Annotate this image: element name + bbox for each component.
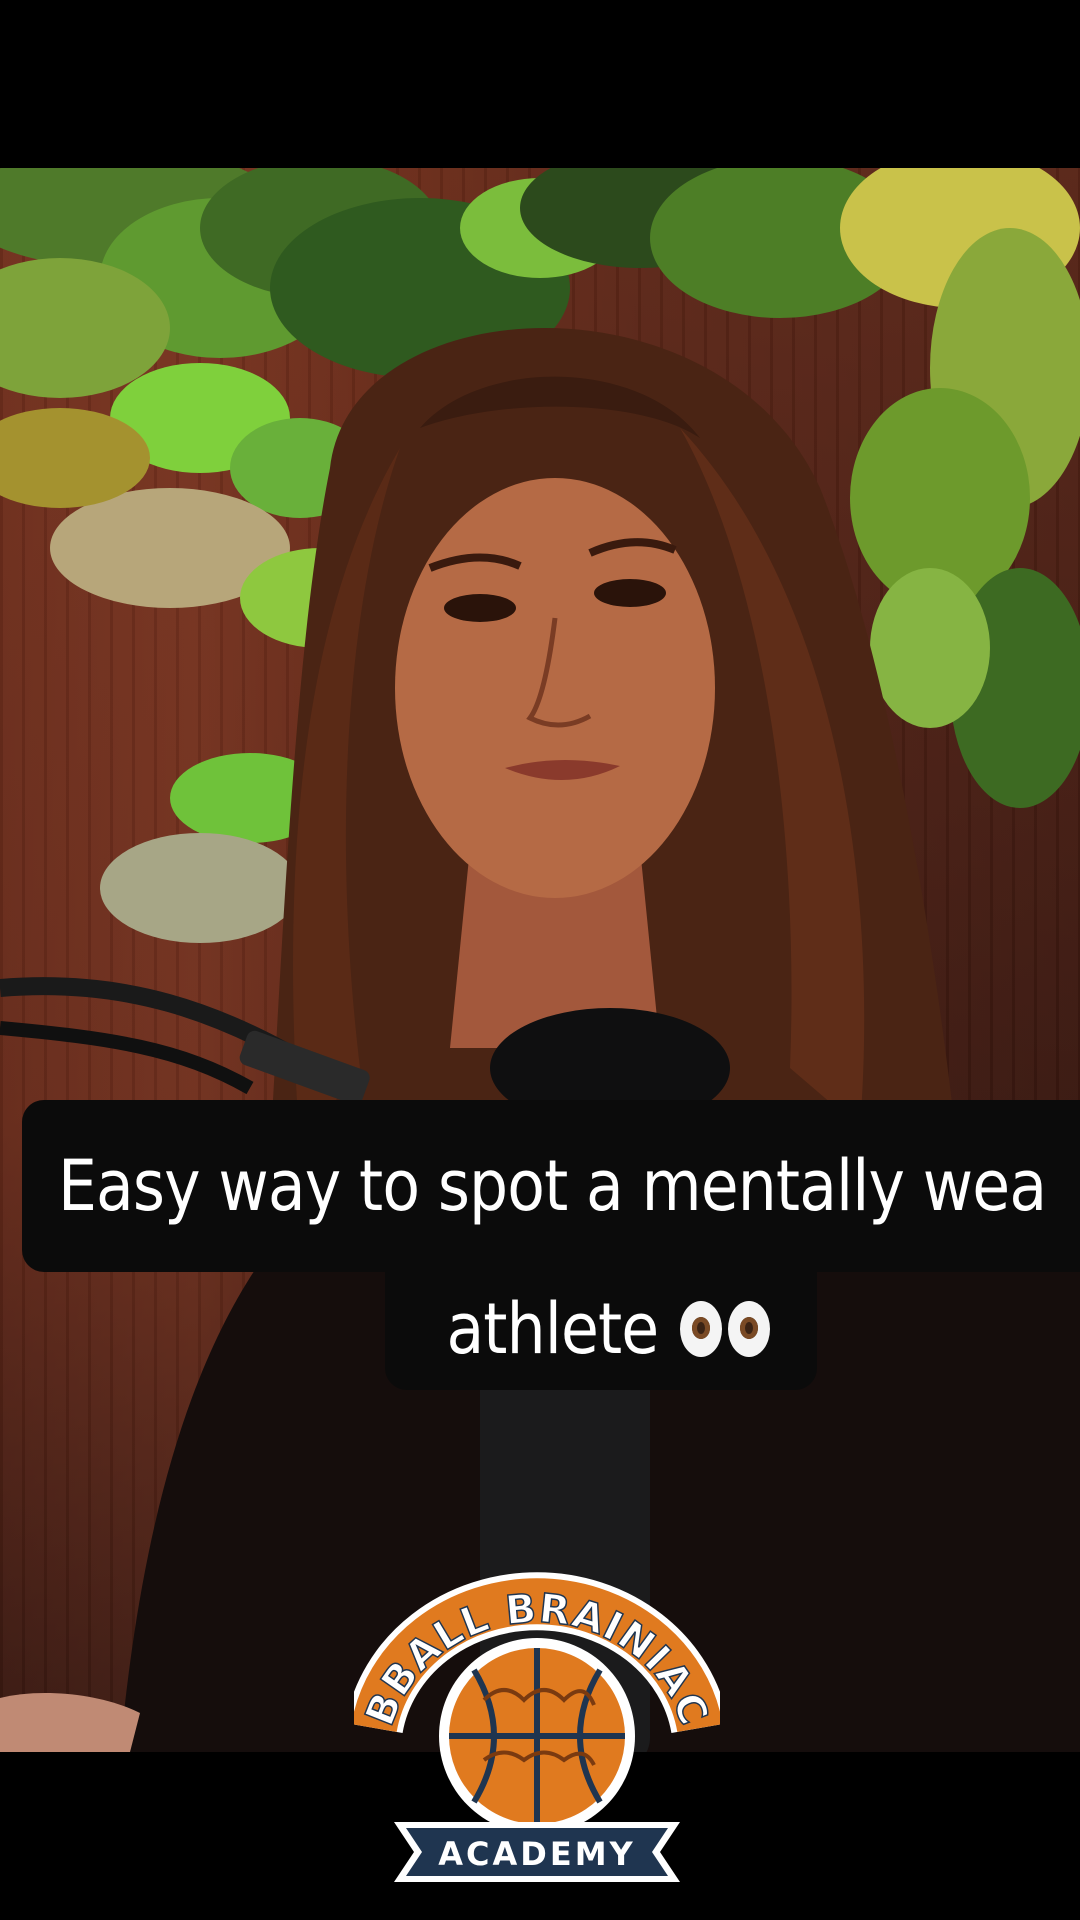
eyes-emoji-icon <box>680 1301 771 1357</box>
video-frame[interactable] <box>0 168 1080 1752</box>
caption-line-1: Easy way to spot a mentally wea <box>22 1100 1080 1272</box>
logo-bottom-text: ACADEMY <box>438 1835 635 1873</box>
top-letterbox <box>0 0 1080 168</box>
eye-left-icon <box>680 1301 723 1357</box>
eye-right-icon <box>728 1301 771 1357</box>
caption-line-2: athlete <box>385 1268 817 1390</box>
speaker-figure <box>0 328 1080 1752</box>
bball-brainiac-logo[interactable]: BBALL BRAINIAC ACADEMY <box>354 1560 720 1900</box>
caption-text-2: athlete <box>446 1288 659 1370</box>
caption-text-1: Easy way to spot a mentally wea <box>58 1145 1047 1227</box>
